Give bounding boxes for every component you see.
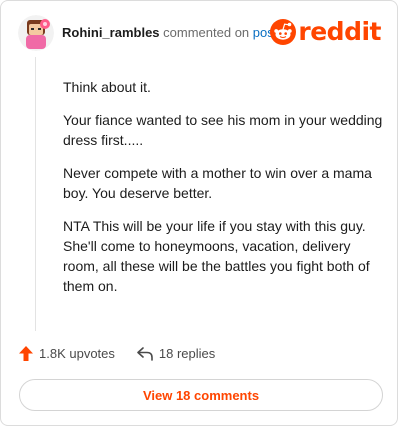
- comment-paragraph: Never compete with a mother to win over …: [63, 165, 372, 201]
- reddit-logo[interactable]: reddit: [270, 19, 381, 45]
- reddit-wordmark: reddit: [298, 17, 381, 46]
- comment-paragraph: Think about it.: [63, 79, 151, 95]
- commented-on-text: commented on: [163, 25, 250, 40]
- comment-card: Rohini_rambles commented on post reddit …: [0, 0, 398, 426]
- comment-body: Think about it. Your fiance wanted to se…: [63, 77, 383, 309]
- reply-count: 18 replies: [158, 346, 216, 361]
- thread-line: [35, 57, 36, 331]
- comment-paragraph: NTA This will be your life if you stay w…: [63, 218, 370, 294]
- upvote-button[interactable]: 1.8K upvotes: [19, 346, 115, 361]
- comment-actions: 1.8K upvotes 18 replies: [19, 346, 215, 361]
- view-comments-button[interactable]: View 18 comments: [19, 379, 383, 411]
- replies-button[interactable]: 18 replies: [137, 346, 215, 361]
- user-avatar-icon: [18, 15, 54, 51]
- comment-meta: Rohini_rambles commented on post: [62, 25, 277, 40]
- reddit-snoo-icon: [270, 19, 297, 45]
- avatar[interactable]: [18, 15, 54, 51]
- username-link[interactable]: Rohini_rambles: [62, 25, 160, 40]
- reply-arrow-icon: [137, 346, 153, 361]
- comment-paragraph: Your fiance wanted to see his mom in you…: [63, 112, 383, 148]
- upvote-arrow-icon: [19, 346, 33, 361]
- comment-header: Rohini_rambles commented on post reddit: [18, 15, 381, 55]
- upvote-count: 1.8K upvotes: [39, 346, 115, 361]
